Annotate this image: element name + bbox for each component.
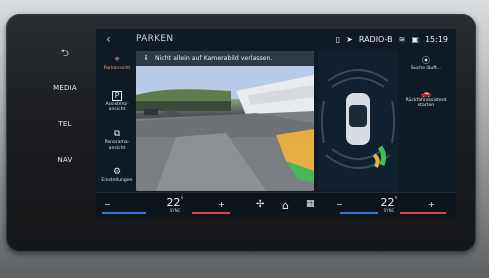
sensor-graphic bbox=[318, 51, 398, 191]
camera-warning-text: Nicht allein auf Kamerabild verlassen. bbox=[155, 55, 273, 62]
left-temp-bar-cool bbox=[102, 212, 146, 214]
clock: 15:19 bbox=[424, 34, 448, 44]
panorama-car-icon: ⧉ bbox=[113, 129, 121, 139]
camera-image bbox=[136, 51, 314, 191]
left-navigation: ⮌ MEDIA TEL NAV bbox=[34, 36, 96, 206]
reverse-assist-label: Rückfahrassistent starten bbox=[405, 98, 447, 108]
reverse-assist-button[interactable]: 🚗 Rückfahrassistent starten bbox=[402, 89, 450, 108]
sync-left[interactable]: SYNC bbox=[160, 208, 190, 213]
sidebar-label: Parkansicht bbox=[103, 66, 131, 72]
phone-icon[interactable]: ▯ bbox=[336, 35, 340, 44]
sidebar-item-einstellungen[interactable]: ⚙ Einstellungen bbox=[99, 167, 135, 184]
temp-right-plus[interactable]: + bbox=[428, 200, 435, 209]
nav-nav[interactable]: NAV bbox=[34, 156, 96, 164]
parking-sensor-view bbox=[318, 51, 398, 191]
temp-right-minus[interactable]: − bbox=[336, 200, 343, 209]
right-temp-bar-warm bbox=[400, 212, 446, 214]
parking-search-button[interactable]: ⦿ Suche läuft... bbox=[402, 55, 450, 71]
climate-bar: − 22° SYNC + ✢ ⌂ ▦ − 22° SYNC + bbox=[96, 192, 456, 217]
right-panel: ⦿ Suche läuft... 🚗 Rückfahrassistent sta… bbox=[400, 49, 452, 191]
settings-gear-icon: ⚙ bbox=[112, 167, 122, 177]
home-icon[interactable]: ⌂ bbox=[282, 199, 289, 212]
right-temp-bar-cool bbox=[340, 212, 378, 214]
rear-camera-view: i Nicht allein auf Kamerabild verlassen. bbox=[136, 51, 314, 191]
sidebar-label: Panorama- ansicht bbox=[104, 140, 130, 151]
radio-station[interactable]: RADIO-B bbox=[359, 35, 393, 44]
temp-left-unit: ° bbox=[180, 196, 184, 203]
infotainment-screen: ‹ PARKEN ▯ ➤ RADIO-B ≋ ▣ 15:19 ⌖ Parkans… bbox=[96, 29, 456, 217]
left-temp-bar-warm bbox=[192, 212, 230, 214]
calendar-icon: ▣ bbox=[411, 34, 419, 44]
parking-search-label: Suche läuft... bbox=[410, 66, 442, 71]
fan-icon[interactable]: ✢ bbox=[256, 199, 264, 210]
sidebar-label: Einstellungen bbox=[101, 178, 133, 184]
parking-sensor-icon: ⌖ bbox=[114, 55, 120, 65]
back-arrow-icon[interactable]: ⮌ bbox=[34, 46, 96, 63]
parking-assist-icon: P bbox=[112, 91, 122, 101]
sidebar-item-parkansicht[interactable]: ⌖ Parkansicht bbox=[99, 55, 135, 72]
apps-grid-icon[interactable]: ▦ bbox=[306, 199, 315, 209]
navigation-arrow-icon: ➤ bbox=[346, 34, 353, 44]
car-side-icon: 🚗 bbox=[421, 89, 431, 98]
parking-sidebar: ⌖ Parkansicht P Assistenz- ansicht ⧉ Pan… bbox=[99, 49, 135, 199]
nav-media[interactable]: MEDIA bbox=[34, 84, 96, 92]
nav-tel[interactable]: TEL bbox=[34, 120, 96, 128]
page-title: PARKEN bbox=[136, 34, 174, 44]
info-icon: i bbox=[144, 55, 148, 62]
sidebar-label: Assistenz- ansicht bbox=[105, 102, 129, 113]
temp-left-minus[interactable]: − bbox=[104, 200, 111, 209]
signal-icon: ≋ bbox=[398, 34, 406, 44]
temp-left-plus[interactable]: + bbox=[218, 200, 225, 209]
status-bar: ▯ ➤ RADIO-B ≋ ▣ 15:19 bbox=[336, 32, 448, 46]
parking-search-icon: ⦿ bbox=[422, 56, 430, 65]
camera-warning: i Nicht allein auf Kamerabild verlassen. bbox=[136, 51, 314, 66]
back-chevron-icon[interactable]: ‹ bbox=[106, 32, 111, 46]
sidebar-item-panoramaansicht[interactable]: ⧉ Panorama- ansicht bbox=[99, 129, 135, 151]
sidebar-item-assistenzansicht[interactable]: P Assistenz- ansicht bbox=[99, 91, 135, 113]
top-bar: ‹ PARKEN ▯ ➤ RADIO-B ≋ ▣ 15:19 bbox=[96, 29, 456, 49]
temp-right-unit: ° bbox=[394, 196, 398, 203]
